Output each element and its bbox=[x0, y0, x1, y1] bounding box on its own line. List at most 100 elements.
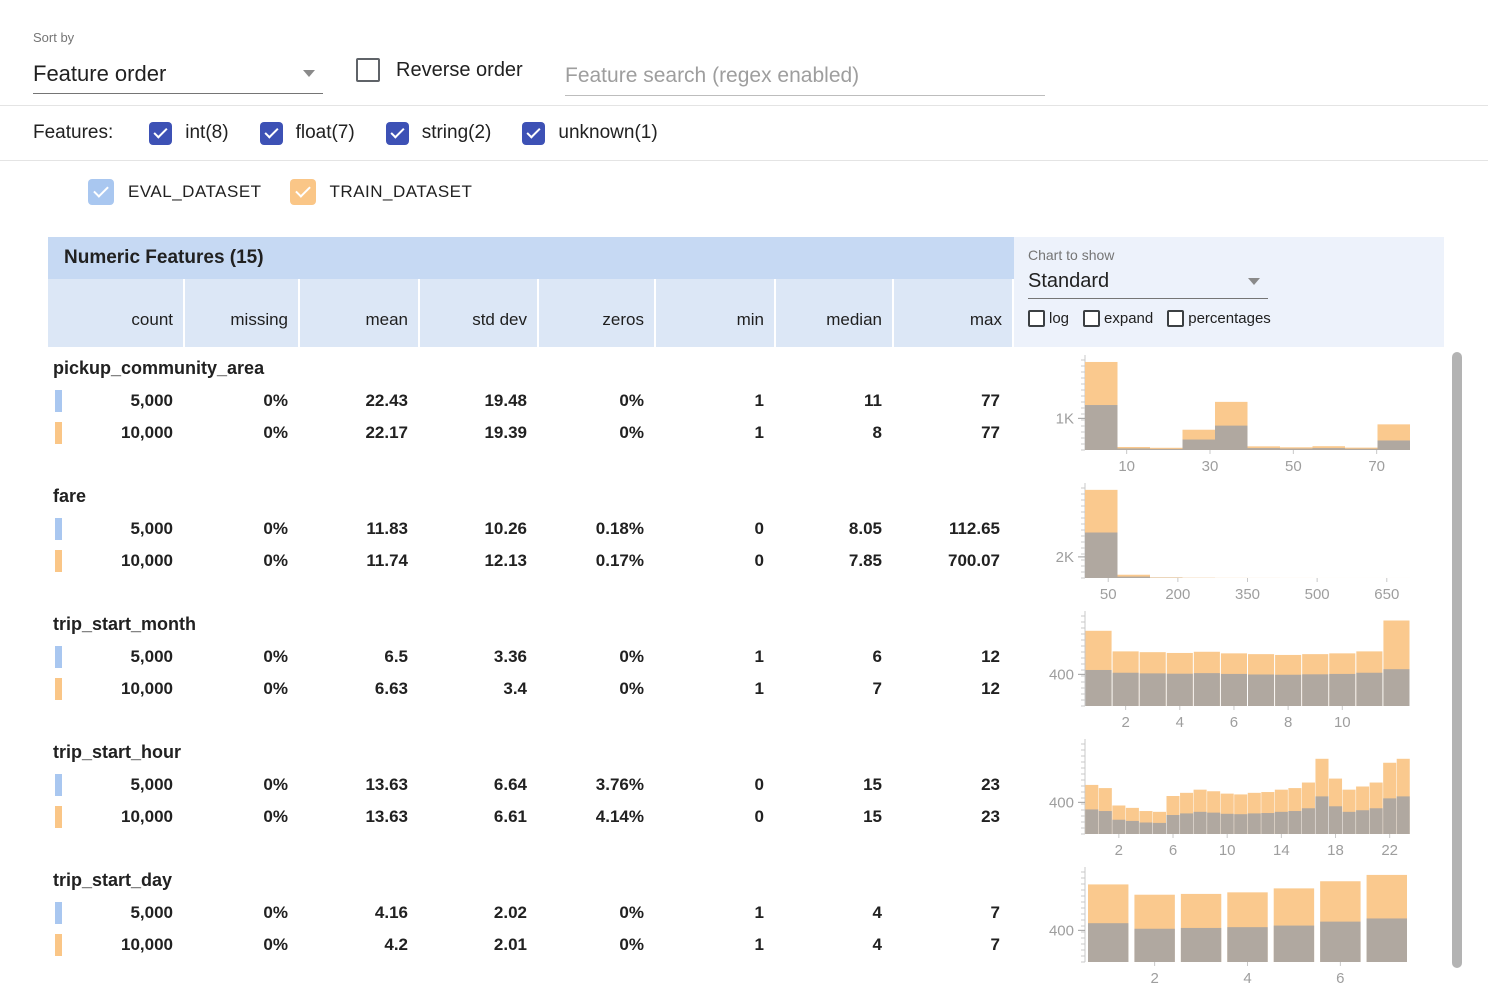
stat-cell: 22.43 bbox=[300, 385, 420, 417]
reverse-order-checkbox[interactable]: Reverse order bbox=[356, 58, 523, 82]
chart-option-label: log bbox=[1049, 310, 1069, 327]
train-dataset-swatch bbox=[55, 806, 62, 828]
stat-cell: 13.63 bbox=[300, 801, 420, 833]
stat-cell: 22.17 bbox=[300, 417, 420, 449]
svg-text:400: 400 bbox=[1049, 922, 1074, 939]
stat-cell: 7 bbox=[894, 897, 1012, 929]
stat-value: 0% bbox=[263, 935, 288, 955]
feature-type-filter[interactable]: int(8) bbox=[149, 122, 228, 145]
stat-value: 22.17 bbox=[365, 423, 408, 443]
svg-text:2: 2 bbox=[1121, 714, 1129, 731]
feature-type-filter-label: float(7) bbox=[296, 122, 355, 144]
eval-dataset-checkbox-icon[interactable] bbox=[88, 179, 114, 205]
stat-value: 0% bbox=[263, 775, 288, 795]
feature-chart: 400246 bbox=[1014, 863, 1444, 991]
train-dataset-toggle[interactable]: TRAIN_DATASET bbox=[290, 179, 473, 205]
stat-cell: 15 bbox=[776, 801, 894, 833]
stat-cell: 0% bbox=[539, 929, 656, 961]
stat-value: 1 bbox=[755, 647, 764, 667]
stat-cell: 0% bbox=[185, 417, 300, 449]
stat-cell: 0 bbox=[656, 801, 776, 833]
stat-cell: 0% bbox=[539, 897, 656, 929]
checkbox-checked-icon[interactable] bbox=[149, 122, 172, 145]
checkbox-checked-icon[interactable] bbox=[386, 122, 409, 145]
stat-value: 0 bbox=[755, 551, 764, 571]
stat-cell: 6.5 bbox=[300, 641, 420, 673]
stat-value: 3.76% bbox=[596, 775, 644, 795]
reverse-order-label: Reverse order bbox=[396, 59, 523, 82]
histogram-trip_start_month: 400246810 bbox=[1014, 607, 1444, 735]
svg-text:200: 200 bbox=[1165, 586, 1190, 603]
stat-value: 0% bbox=[619, 423, 644, 443]
stat-value: 0 bbox=[755, 775, 764, 795]
feature-type-filter[interactable]: unknown(1) bbox=[522, 122, 657, 145]
svg-text:14: 14 bbox=[1273, 842, 1290, 859]
histogram-pickup_community_area: 1K10305070 bbox=[1014, 351, 1444, 479]
stat-cell: 4.14% bbox=[539, 801, 656, 833]
chevron-down-icon bbox=[1248, 278, 1260, 285]
stat-cell: 1 bbox=[656, 673, 776, 705]
train-dataset-checkbox-icon[interactable] bbox=[290, 179, 316, 205]
stat-cell: 10,000 bbox=[48, 673, 185, 705]
vertical-scrollbar[interactable] bbox=[1452, 352, 1462, 968]
stat-cell: 2.02 bbox=[420, 897, 539, 929]
chart-option-log[interactable]: log bbox=[1028, 310, 1069, 327]
stat-value: 1 bbox=[755, 935, 764, 955]
chart-option-expand[interactable]: expand bbox=[1083, 310, 1153, 327]
checkbox-checked-icon[interactable] bbox=[260, 122, 283, 145]
svg-text:400: 400 bbox=[1049, 666, 1074, 683]
stat-value: 5,000 bbox=[130, 391, 173, 411]
checkbox-unchecked-icon[interactable] bbox=[356, 58, 380, 82]
stat-value: 6.63 bbox=[375, 679, 408, 699]
feature-type-filter-label: int(8) bbox=[185, 122, 228, 144]
eval-dataset-swatch bbox=[55, 902, 62, 924]
stat-value: 10,000 bbox=[121, 807, 173, 827]
chart-option-label: percentages bbox=[1188, 310, 1271, 327]
chart-type-value: Standard bbox=[1028, 270, 1109, 293]
stat-cell: 4 bbox=[776, 929, 894, 961]
checkbox-unchecked-icon[interactable] bbox=[1083, 310, 1100, 327]
stats-row-eval: 5,0000%4.162.020%147 bbox=[48, 897, 1014, 929]
stat-cell: 19.48 bbox=[420, 385, 539, 417]
checkbox-checked-icon[interactable] bbox=[522, 122, 545, 145]
stat-cell: 0% bbox=[185, 385, 300, 417]
stat-cell: 6.64 bbox=[420, 769, 539, 801]
stat-value: 3.4 bbox=[503, 679, 527, 699]
chart-option-percentages[interactable]: percentages bbox=[1167, 310, 1271, 327]
stat-value: 8.05 bbox=[849, 519, 882, 539]
feature-type-filter[interactable]: string(2) bbox=[386, 122, 492, 145]
train-dataset-swatch bbox=[55, 550, 62, 572]
stat-cell: 0% bbox=[185, 929, 300, 961]
numeric-features-table: Numeric Features (15) Chart to show Stan… bbox=[48, 237, 1444, 991]
feature-chart: 4002610141822 bbox=[1014, 735, 1444, 863]
feature-name: trip_start_month bbox=[48, 607, 1014, 641]
stat-cell: 5,000 bbox=[48, 513, 185, 545]
stat-value: 7 bbox=[991, 903, 1000, 923]
stat-value: 8 bbox=[873, 423, 882, 443]
stat-value: 7 bbox=[873, 679, 882, 699]
stat-cell: 0.17% bbox=[539, 545, 656, 577]
eval-dataset-swatch bbox=[55, 518, 62, 540]
feature-group-pickup_community_area: pickup_community_area5,0000%22.4319.480%… bbox=[48, 351, 1444, 479]
stat-value: 10,000 bbox=[121, 423, 173, 443]
stat-value: 0% bbox=[619, 935, 644, 955]
stat-value: 1 bbox=[755, 423, 764, 443]
stat-value: 7.85 bbox=[849, 551, 882, 571]
stat-value: 0% bbox=[263, 647, 288, 667]
sort-order-select[interactable]: Feature order bbox=[33, 54, 323, 94]
svg-text:650: 650 bbox=[1374, 586, 1399, 603]
eval-dataset-toggle[interactable]: EVAL_DATASET bbox=[88, 179, 262, 205]
stat-value: 0 bbox=[755, 519, 764, 539]
stat-value: 6 bbox=[873, 647, 882, 667]
feature-type-filter[interactable]: float(7) bbox=[260, 122, 355, 145]
eval-dataset-swatch bbox=[55, 646, 62, 668]
train-dataset-swatch bbox=[55, 422, 62, 444]
chart-type-select[interactable]: Standard bbox=[1028, 265, 1268, 299]
stat-value: 0% bbox=[263, 551, 288, 571]
checkbox-unchecked-icon[interactable] bbox=[1028, 310, 1045, 327]
stat-cell: 1 bbox=[656, 897, 776, 929]
chart-to-show-label: Chart to show bbox=[1028, 247, 1444, 263]
stat-value: 11.74 bbox=[366, 551, 408, 571]
checkbox-unchecked-icon[interactable] bbox=[1167, 310, 1184, 327]
feature-search-input[interactable] bbox=[565, 57, 1045, 96]
